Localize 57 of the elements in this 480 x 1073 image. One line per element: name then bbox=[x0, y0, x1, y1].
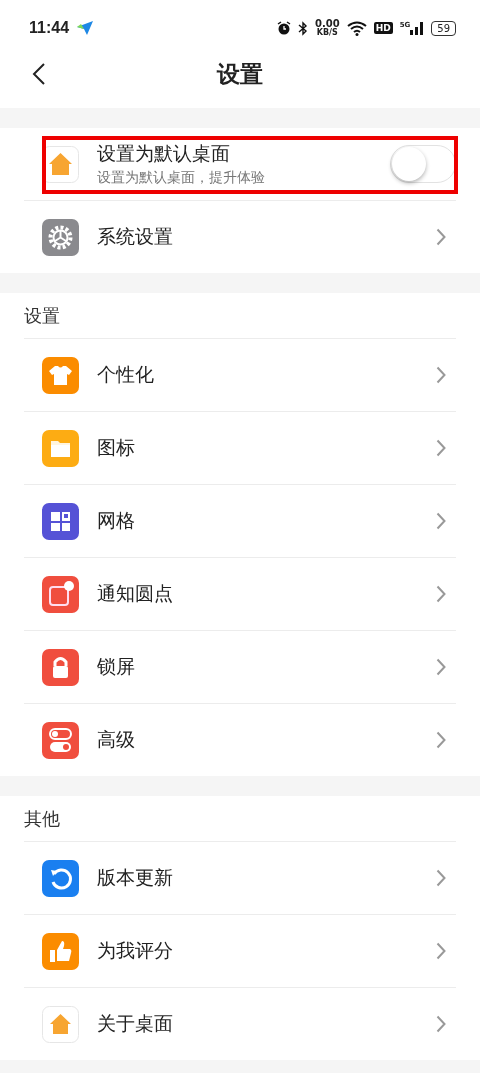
settings-row[interactable]: 锁屏 bbox=[24, 630, 456, 703]
gear-icon bbox=[42, 218, 79, 256]
section-title: 其他 bbox=[24, 806, 60, 831]
chevron-icon bbox=[436, 366, 446, 384]
row-title: 图标 bbox=[97, 435, 136, 460]
settings-row[interactable]: 通知圆点 bbox=[24, 557, 456, 630]
chevron-icon bbox=[436, 658, 446, 676]
settings-row[interactable]: 高级 bbox=[24, 703, 456, 776]
row-title: 关于桌面 bbox=[97, 1011, 174, 1036]
settings-row[interactable]: 为我评分 bbox=[24, 914, 456, 987]
row-title: 通知圆点 bbox=[97, 581, 174, 606]
network-speed: 0.00 bbox=[314, 19, 340, 29]
row-title: 网格 bbox=[97, 508, 136, 533]
chevron-icon bbox=[436, 1015, 446, 1033]
chevron-icon bbox=[436, 228, 446, 246]
toggle-switch[interactable] bbox=[390, 145, 456, 183]
signal-icon bbox=[410, 21, 425, 35]
row-title: 锁屏 bbox=[97, 654, 136, 679]
status-time: 11:44 bbox=[29, 19, 70, 37]
chevron-icon bbox=[436, 585, 446, 603]
settings-row[interactable]: 网格 bbox=[24, 484, 456, 557]
chevron-icon bbox=[436, 512, 446, 530]
chevron-icon bbox=[436, 439, 446, 457]
row-title: 设置为默认桌面 bbox=[97, 141, 231, 166]
folder-icon bbox=[42, 429, 79, 467]
switches-icon bbox=[42, 721, 79, 759]
chevron-icon bbox=[436, 942, 446, 960]
shirt-icon bbox=[42, 356, 79, 394]
settings-row[interactable]: 版本更新 bbox=[24, 841, 456, 914]
section-title: 设置 bbox=[24, 303, 60, 328]
settings-row[interactable]: 图标 bbox=[24, 411, 456, 484]
refresh-icon bbox=[42, 859, 79, 897]
bluetooth-icon bbox=[297, 20, 308, 36]
page-title: 设置 bbox=[217, 59, 263, 89]
settings-row[interactable]: 设置为默认桌面 设置为默认桌面，提升体验 bbox=[24, 128, 456, 200]
row-title: 版本更新 bbox=[97, 865, 174, 890]
row-title: 系统设置 bbox=[97, 224, 174, 249]
row-title: 个性化 bbox=[97, 362, 155, 387]
thumbs-up-icon bbox=[42, 932, 79, 970]
settings-row[interactable]: 系统设置 bbox=[24, 200, 456, 273]
battery-indicator: 59 bbox=[431, 20, 456, 36]
settings-row[interactable]: 个性化 bbox=[24, 338, 456, 411]
house-icon bbox=[42, 1005, 79, 1043]
chevron-icon bbox=[436, 869, 446, 887]
chevron-icon bbox=[436, 731, 446, 749]
alarm-icon bbox=[276, 21, 291, 35]
paper-plane-icon bbox=[76, 20, 95, 36]
settings-row[interactable]: 关于桌面 bbox=[24, 987, 456, 1060]
row-subtitle: 设置为默认桌面，提升体验 bbox=[97, 169, 266, 187]
back-button[interactable] bbox=[32, 62, 46, 86]
row-title: 为我评分 bbox=[97, 938, 174, 963]
wifi-icon bbox=[346, 20, 367, 36]
hd-badge: HD bbox=[373, 22, 393, 34]
grid-icon bbox=[42, 502, 79, 540]
lock-icon bbox=[42, 648, 79, 686]
row-title: 高级 bbox=[97, 727, 136, 752]
speed-unit: KB/S bbox=[316, 29, 338, 37]
